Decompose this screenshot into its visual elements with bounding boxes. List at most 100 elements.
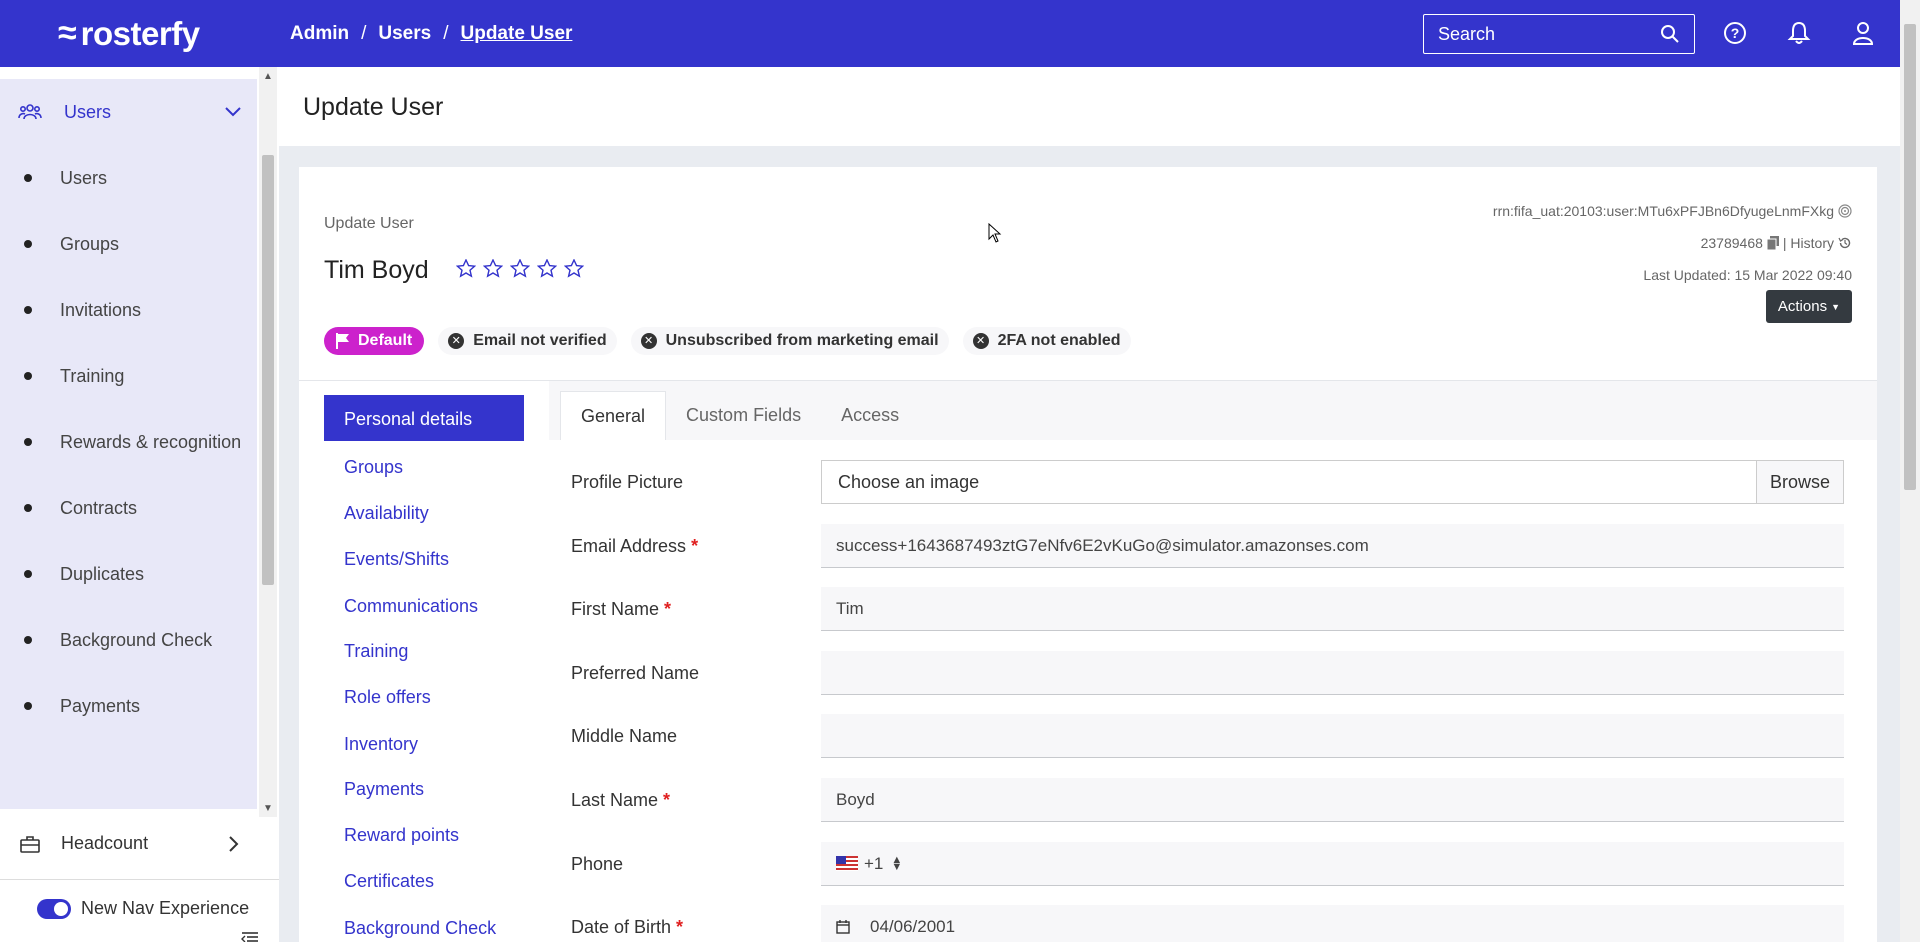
user-icon[interactable] <box>1850 18 1876 48</box>
profile-picture-input[interactable]: Choose an image Browse <box>821 460 1844 504</box>
user-card: Update User Tim Boyd rrn:fifa_uat:20103:… <box>299 167 1877 942</box>
status-label: 2FA not enabled <box>997 332 1121 349</box>
phone-field[interactable]: +1 ▲ ▼ <box>821 842 1844 886</box>
profile-picture-row: Profile Picture Choose an image Browse <box>571 460 1851 504</box>
subnav-training[interactable]: Training <box>344 641 408 662</box>
status-label: Unsubscribed from marketing email <box>665 332 939 349</box>
user-rrn: rrn:fifa_uat:20103:user:MTu6xPFJBn6Dfyug… <box>1492 203 1834 219</box>
bullet-icon <box>24 240 32 248</box>
phone-label: Phone <box>571 854 623 875</box>
bell-icon[interactable] <box>1786 18 1812 48</box>
subnav-reward-points[interactable]: Reward points <box>344 825 459 846</box>
search-input[interactable]: Search <box>1423 14 1695 54</box>
sidebar-item-users-section[interactable]: Users <box>0 79 257 145</box>
breadcrumb-admin[interactable]: Admin <box>290 23 349 45</box>
scroll-up-arrow-icon[interactable]: ▲ <box>263 71 273 82</box>
phone-row: Phone +1 ▲ ▼ <box>571 842 1851 886</box>
sidebar-section-label: Users <box>64 101 112 122</box>
chevron-down-icon[interactable] <box>225 107 241 117</box>
star-icon[interactable] <box>537 259 557 278</box>
subnav-background-check[interactable]: Background Check <box>344 918 496 939</box>
label-text: First Name <box>571 599 660 619</box>
collapse-sidebar-icon[interactable] <box>241 932 259 942</box>
breadcrumb-separator: / <box>443 22 449 44</box>
email-label: Email Address * <box>571 536 698 557</box>
subnav-groups[interactable]: Groups <box>344 457 403 478</box>
sidebar-item-rewards[interactable]: Rewards & recognition <box>0 409 257 475</box>
sidebar-item-contracts[interactable]: Contracts <box>0 475 257 541</box>
unsubscribed-badge: ✕ Unsubscribed from marketing email <box>630 327 949 355</box>
bullet-icon <box>24 438 32 446</box>
help-icon[interactable]: ? <box>1722 18 1748 48</box>
search-icon[interactable] <box>1660 24 1680 44</box>
flag-icon <box>336 333 349 349</box>
sidebar-item-invitations[interactable]: Invitations <box>0 277 257 343</box>
dob-row: Date of Birth * 04/06/2001 <box>571 905 1851 942</box>
last-name-field[interactable]: Boyd <box>821 778 1844 822</box>
breadcrumb-users[interactable]: Users <box>378 23 431 45</box>
close-circle-icon: ✕ <box>448 333 465 349</box>
tab-access[interactable]: Access <box>821 391 919 440</box>
required-asterisk: * <box>691 536 699 556</box>
sidebar-item-payments[interactable]: Payments <box>0 673 257 739</box>
actions-dropdown-button[interactable]: Actions ▼ <box>1765 290 1852 323</box>
browse-button[interactable]: Browse <box>1756 461 1843 503</box>
fingerprint-icon[interactable] <box>1838 204 1852 218</box>
mouse-cursor-icon <box>988 223 1002 243</box>
preferred-name-field[interactable] <box>821 651 1844 695</box>
email-field[interactable]: success+1643687493ztG7eNfv6E2vKuGo@simul… <box>821 524 1844 568</box>
scroll-down-arrow-icon[interactable]: ▼ <box>263 803 273 814</box>
history-link[interactable]: | History <box>1783 227 1834 259</box>
sort-arrows-icon[interactable]: ▲ ▼ <box>891 854 902 872</box>
subnav-communications[interactable]: Communications <box>344 596 478 617</box>
sidebar-item-label: Background Check <box>60 629 213 650</box>
subnav-inventory[interactable]: Inventory <box>344 734 418 755</box>
sidebar-item-headcount[interactable]: Headcount <box>0 810 257 877</box>
required-asterisk: * <box>663 790 671 810</box>
star-icon[interactable] <box>510 259 530 278</box>
sidebar-users-section: Users Users Groups Invitations Training … <box>0 79 257 809</box>
page-scrollbar[interactable] <box>1900 0 1920 942</box>
star-icon[interactable] <box>564 259 584 278</box>
history-icon[interactable] <box>1838 236 1852 250</box>
copy-icon[interactable] <box>1766 236 1779 250</box>
star-icon[interactable] <box>483 259 503 278</box>
sidebar-item-background-check[interactable]: Background Check <box>0 607 257 673</box>
user-id: 23789468 <box>1700 235 1763 251</box>
subnav-payments[interactable]: Payments <box>344 779 424 800</box>
sidebar-item-label: Training <box>60 365 125 386</box>
breadcrumb-separator: / <box>361 22 367 44</box>
brand-logo[interactable]: ≈ rosterfy <box>58 14 290 53</box>
page-header: Update User <box>279 67 1900 146</box>
bullet-icon <box>24 570 32 578</box>
sidebar-item-training[interactable]: Training <box>0 343 257 409</box>
tab-custom-fields[interactable]: Custom Fields <box>666 391 821 440</box>
new-nav-toggle[interactable] <box>37 898 71 919</box>
breadcrumb-update-user[interactable]: Update User <box>461 23 573 45</box>
calendar-icon[interactable] <box>836 919 850 934</box>
page-scroll-thumb[interactable] <box>1904 24 1916 490</box>
tab-general[interactable]: General <box>560 391 667 440</box>
star-icon[interactable] <box>456 259 476 278</box>
chevron-right-icon[interactable] <box>229 835 239 852</box>
us-flag-icon[interactable] <box>836 856 858 871</box>
sidebar-item-label: Invitations <box>60 299 142 320</box>
sidebar-scrollbar[interactable]: ▲ ▼ <box>259 67 277 817</box>
sidebar-item-groups[interactable]: Groups <box>0 211 257 277</box>
sidebar-item-users[interactable]: Users <box>0 145 257 211</box>
last-name-row: Last Name * Boyd <box>571 778 1851 822</box>
first-name-field[interactable]: Tim <box>821 587 1844 631</box>
sidebar-scroll-thumb[interactable] <box>262 155 274 585</box>
subnav-availability[interactable]: Availability <box>344 503 429 524</box>
subnav-personal-details[interactable]: Personal details <box>324 395 524 441</box>
label-text: Middle Name <box>571 726 678 746</box>
label-text: Email Address <box>571 536 687 556</box>
sidebar-item-duplicates[interactable]: Duplicates <box>0 541 257 607</box>
first-name-label: First Name * <box>571 599 671 620</box>
subnav-certificates[interactable]: Certificates <box>344 871 434 892</box>
status-badges: Default ✕ Email not verified ✕ Unsubscri… <box>324 327 1131 355</box>
subnav-events-shifts[interactable]: Events/Shifts <box>344 549 449 570</box>
middle-name-field[interactable] <box>821 714 1844 758</box>
dob-field[interactable]: 04/06/2001 <box>821 905 1844 942</box>
subnav-role-offers[interactable]: Role offers <box>344 687 431 708</box>
